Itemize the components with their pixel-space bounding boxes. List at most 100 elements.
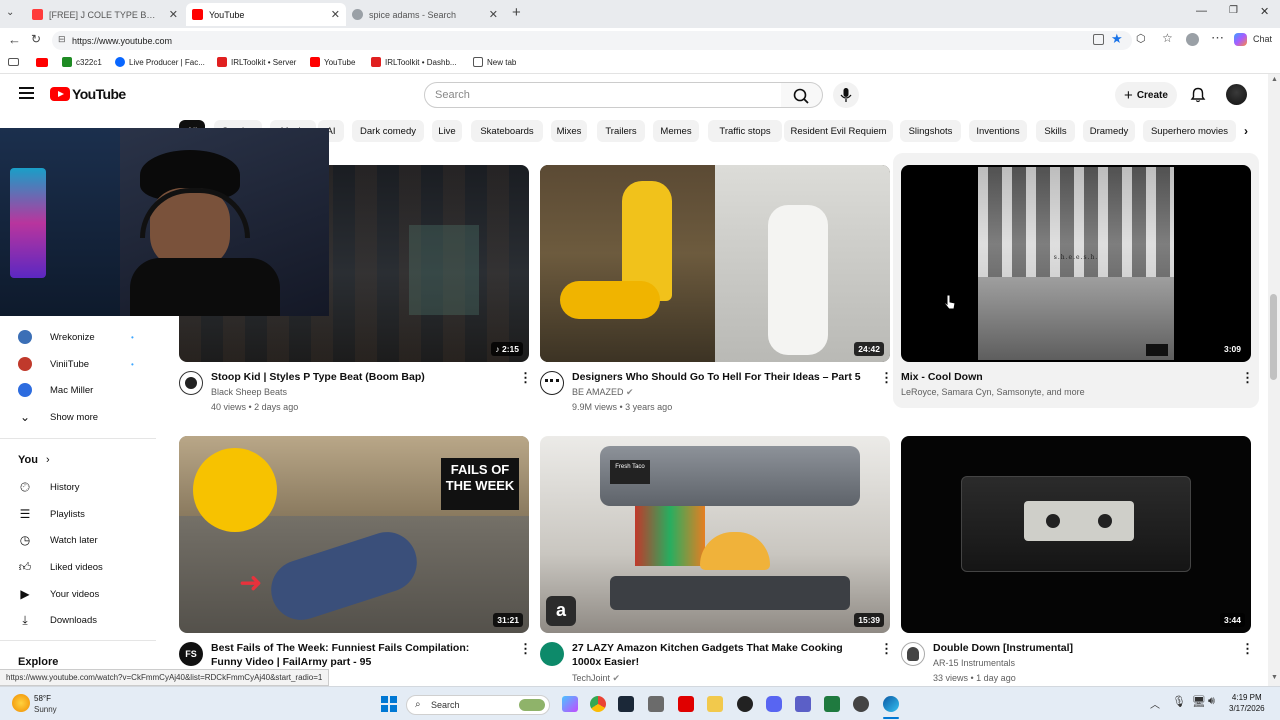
video-menu-icon[interactable]: ⋮ [880, 642, 893, 655]
bookmark-irltoolkit-server[interactable]: IRLToolkit • Server [217, 57, 296, 67]
sidebar-you-heading[interactable]: You › [18, 454, 50, 466]
network-icon[interactable]: 🖥︎ [1192, 695, 1206, 708]
chip-live[interactable]: Live [432, 120, 462, 142]
chip-inventions[interactable]: Inventions [969, 120, 1027, 142]
scroll-down-arrow-icon[interactable]: ▼ [1271, 674, 1278, 681]
search-input[interactable]: Search [424, 82, 782, 108]
app-store-icon[interactable] [648, 696, 664, 712]
bookmark-live-producer[interactable]: Live Producer | Fac... [115, 57, 205, 67]
video-thumbnail-designers[interactable]: 24:42 [540, 165, 890, 362]
sidebar-subscription-mac-miller[interactable]: Mac Miller [18, 383, 93, 397]
sidebar-show-more[interactable]: ⌄ Show more [18, 410, 98, 424]
microphone-tray-icon[interactable]: 🎙︎ [1172, 695, 1186, 708]
weather-temp[interactable]: 58°F [34, 694, 51, 703]
page-scrollbar[interactable]: ▲ ▼ [1268, 74, 1280, 686]
video-thumbnail-double-down[interactable]: 3:44 [901, 436, 1251, 633]
channel-avatar-techjoint[interactable] [540, 642, 564, 666]
4k-video-icon[interactable] [737, 696, 753, 712]
video-menu-icon[interactable]: ⋮ [1241, 642, 1254, 655]
sidebar-item-history[interactable]: 🕘︎ History [18, 480, 79, 494]
channel-avatar-ar15[interactable] [901, 642, 925, 666]
bookmark-new-tab[interactable]: New tab [473, 57, 516, 67]
account-avatar[interactable] [1226, 84, 1247, 105]
close-icon[interactable]: ✕ [163, 8, 178, 21]
tab-spice-adams-search[interactable]: spice adams - Search ✕ [346, 3, 504, 26]
sidebar-item-downloads[interactable]: ⤓ Downloads [18, 613, 97, 627]
file-explorer-icon[interactable] [707, 696, 723, 712]
video-title[interactable]: Mix - Cool Down [901, 370, 1191, 384]
window-close-icon[interactable]: ✕ [1260, 5, 1269, 18]
volume-icon[interactable]: 🔊︎ [1208, 695, 1215, 708]
weather-sun-icon[interactable] [12, 694, 30, 712]
tab-youtube[interactable]: YouTube ✕ [186, 3, 346, 26]
video-title[interactable]: Designers Who Should Go To Hell For Thei… [572, 370, 862, 384]
video-title[interactable]: Best Fails of The Week: Funniest Fails C… [211, 641, 501, 669]
video-thumbnail-fails[interactable]: FAILS OF THE WEEK ➜ 31:21 [179, 436, 529, 633]
video-menu-icon[interactable]: ⋮ [880, 371, 893, 384]
back-icon[interactable]: ← [8, 32, 21, 47]
video-menu-icon[interactable]: ⋮ [519, 642, 532, 655]
extensions-icon[interactable]: ⬡ [1136, 32, 1146, 45]
chat-label[interactable]: Chat [1253, 34, 1272, 44]
tab-list-chevron-icon[interactable]: ⌄ [6, 7, 14, 18]
chip-dramedy[interactable]: Dramedy [1083, 120, 1135, 142]
favorite-star-icon[interactable]: ★ [1111, 31, 1123, 47]
video-menu-icon[interactable]: ⋮ [1241, 371, 1254, 384]
bookmark-irltoolkit-dashboard[interactable]: IRLToolkit • Dashb... [371, 57, 457, 67]
sidebar-subscription-viniitube[interactable]: ViniiTube • [18, 357, 134, 371]
chip-slingshots[interactable]: Slingshots [900, 120, 961, 142]
profile-avatar[interactable] [1186, 33, 1199, 46]
app-available-icon[interactable] [1093, 34, 1104, 45]
youtube-bookmark-icon[interactable] [36, 58, 48, 67]
site-info-icon[interactable]: ⊟ [58, 34, 66, 45]
chip-trailers[interactable]: Trailers [597, 120, 645, 142]
video-title[interactable]: Double Down [Instrumental] [933, 641, 1223, 655]
chrome-icon[interactable] [590, 696, 606, 712]
channel-avatar-failarmy[interactable]: FS [179, 642, 203, 666]
steam-icon[interactable] [618, 696, 634, 712]
chip-dark-comedy[interactable]: Dark comedy [352, 120, 424, 142]
teams-icon[interactable] [795, 696, 811, 712]
video-thumbnail-mix-cool-down[interactable]: s.h.e.e.s.h. 3:09 [901, 165, 1251, 362]
sidebar-item-playlists[interactable]: ☰ Playlists [18, 507, 85, 521]
clock[interactable]: 4:19 PM 3/17/2026 [1229, 693, 1265, 713]
minimize-icon[interactable]: — [1196, 5, 1207, 17]
collections-icon[interactable] [8, 58, 19, 66]
notifications-bell-icon[interactable] [1190, 87, 1206, 103]
tab-jcole-beat[interactable]: [FREE] J COLE TYPE BEAT - "THE M ✕ [26, 3, 184, 26]
more-options-icon[interactable]: ⋯ [1211, 30, 1224, 46]
mix-artists[interactable]: LeRoyce, Samara Cyn, Samsonyte, and more [901, 385, 1085, 400]
video-title[interactable]: 27 LAZY Amazon Kitchen Gadgets That Make… [572, 641, 862, 669]
channel-name[interactable]: Black Sheep Beats [211, 385, 287, 400]
chip-skateboards[interactable]: Skateboards [471, 120, 543, 142]
refresh-icon[interactable]: ↻ [31, 32, 41, 46]
chip-mixes[interactable]: Mixes [551, 120, 587, 142]
close-icon[interactable]: ✕ [483, 8, 498, 21]
address-bar[interactable]: ⊟ https://www.youtube.com [52, 31, 1132, 50]
new-tab-plus-icon[interactable]: + [512, 4, 521, 21]
chip-superhero-movies[interactable]: Superhero movies [1143, 120, 1236, 142]
weather-desc[interactable]: Sunny [34, 705, 57, 714]
voice-search-button[interactable] [833, 82, 859, 108]
discord-icon[interactable] [766, 696, 782, 712]
bookmark-youtube[interactable]: YouTube [310, 57, 355, 67]
channel-name[interactable]: BE AMAZED ✔ [572, 385, 634, 400]
favorites-icon[interactable]: ☆ [1162, 31, 1173, 45]
scroll-up-arrow-icon[interactable]: ▲ [1271, 76, 1278, 83]
edge-icon[interactable] [883, 696, 899, 712]
hamburger-menu-icon[interactable] [19, 87, 34, 99]
bookmark-c322c1[interactable]: c322c1 [62, 57, 102, 67]
sidebar-item-watch-later[interactable]: ◷ Watch later [18, 533, 98, 547]
sidebar-item-liked-videos[interactable]: 👍︎ Liked videos [18, 560, 103, 574]
youtube-logo[interactable]: YouTube [50, 86, 126, 102]
chips-next-chevron-icon[interactable]: › [1244, 124, 1248, 138]
channel-avatar-black-sheep[interactable] [179, 371, 203, 395]
create-button[interactable]: + Create [1115, 82, 1177, 108]
video-menu-icon[interactable]: ⋮ [519, 371, 532, 384]
show-hidden-icons-icon[interactable]: ︿ [1150, 696, 1160, 711]
channel-name[interactable]: AR-15 Instrumentals [933, 656, 1015, 671]
chip-resident-evil-requiem[interactable]: Resident Evil Requiem [784, 120, 893, 142]
copilot-taskbar-icon[interactable] [562, 696, 578, 712]
chip-memes[interactable]: Memes [653, 120, 699, 142]
channel-name[interactable]: TechJoint ✔ [572, 671, 620, 686]
